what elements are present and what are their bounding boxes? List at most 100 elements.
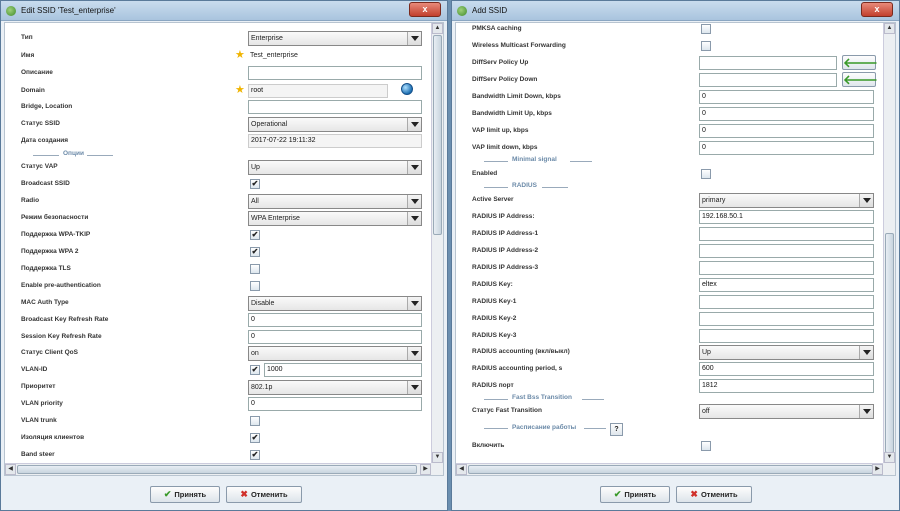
- pmksa-checkbox[interactable]: [701, 24, 711, 34]
- options-section-title: Опции: [63, 150, 84, 157]
- cancel-label: Отменить: [250, 490, 288, 499]
- accept-button[interactable]: ✔ Принять: [600, 486, 670, 503]
- enabled-label: Enabled: [472, 170, 498, 177]
- radius-port-input[interactable]: 1812: [699, 379, 874, 393]
- bw-down-input[interactable]: 0: [699, 90, 874, 104]
- radius-key-input[interactable]: eltex: [699, 278, 874, 292]
- vap-down-input[interactable]: 0: [699, 141, 874, 155]
- vap-status-select[interactable]: Up: [248, 160, 422, 175]
- priority-select[interactable]: 802.1p: [248, 380, 422, 395]
- wmf-checkbox[interactable]: [701, 41, 711, 51]
- horizontal-scrollbar[interactable]: ◀ ▶: [5, 463, 431, 475]
- scroll-up-icon[interactable]: ▲: [432, 23, 443, 34]
- radius-key2-input[interactable]: [699, 312, 874, 326]
- type-value: Enterprise: [251, 35, 283, 42]
- scroll-left-icon[interactable]: ◀: [456, 464, 467, 475]
- row-radius-key: RADIUS Key: eltex: [456, 277, 883, 294]
- vlan-trunk-checkbox[interactable]: [250, 416, 260, 426]
- vlan-id-input[interactable]: 1000: [264, 363, 422, 377]
- row-created: Дата создания 2017-07-22 19:11:32: [5, 133, 431, 150]
- pre-auth-checkbox[interactable]: [250, 281, 260, 291]
- scroll-thumb[interactable]: [433, 35, 442, 235]
- radius-acct-select[interactable]: Up: [699, 345, 874, 360]
- type-select[interactable]: Enterprise: [248, 31, 422, 46]
- chevron-down-icon[interactable]: [407, 32, 421, 45]
- radio-select[interactable]: All: [248, 194, 422, 209]
- scroll-thumb[interactable]: [885, 233, 894, 453]
- scroll-corner: [883, 463, 895, 475]
- chevron-down-icon[interactable]: [407, 161, 421, 174]
- radius-key1-input[interactable]: [699, 295, 874, 309]
- tls-checkbox[interactable]: [250, 264, 260, 274]
- vlan-id-checkbox[interactable]: ✔: [250, 365, 260, 375]
- vlan-priority-input[interactable]: 0: [248, 397, 422, 411]
- broadcast-ssid-checkbox[interactable]: ✔: [250, 179, 260, 189]
- row-priority: Приоритет 802.1p: [5, 379, 431, 396]
- close-button[interactable]: x: [409, 2, 441, 17]
- fbt-status-select[interactable]: off: [699, 404, 874, 419]
- scroll-up-icon[interactable]: ▲: [884, 23, 895, 34]
- scroll-left-icon[interactable]: ◀: [5, 464, 16, 475]
- vertical-scrollbar[interactable]: ▲ ▼: [883, 23, 895, 463]
- radius-ip2-input[interactable]: [699, 244, 874, 258]
- ssid-status-select[interactable]: Operational: [248, 117, 422, 132]
- chevron-down-icon[interactable]: [859, 346, 873, 359]
- divider: [484, 187, 508, 188]
- scroll-right-icon[interactable]: ▶: [420, 464, 431, 475]
- radius-ip3-input[interactable]: [699, 261, 874, 275]
- vap-up-input[interactable]: 0: [699, 124, 874, 138]
- title-bar[interactable]: Add SSID x: [452, 1, 899, 21]
- ssid-status-value: Operational: [251, 121, 288, 128]
- pmksa-label: PMKSA caching: [472, 25, 522, 32]
- client-isolation-checkbox[interactable]: ✔: [250, 433, 260, 443]
- description-input[interactable]: [248, 66, 422, 80]
- mac-auth-value: Disable: [251, 300, 275, 307]
- scroll-right-icon[interactable]: ▶: [872, 464, 883, 475]
- chevron-down-icon[interactable]: [407, 347, 421, 360]
- row-mac-auth: MAC Auth Type Disable: [5, 295, 431, 312]
- wpa-tkip-label: Поддержка WPA-TKIP: [21, 231, 91, 238]
- arrow-left-icon[interactable]: 🡐: [842, 55, 878, 70]
- vlan-priority-label: VLAN priority: [21, 400, 63, 407]
- radius-key3-input[interactable]: [699, 329, 874, 343]
- security-mode-select[interactable]: WPA Enterprise: [248, 211, 422, 226]
- radius-ip-input[interactable]: 192.168.50.1: [699, 210, 874, 224]
- help-button[interactable]: ?: [610, 423, 623, 436]
- vertical-scrollbar[interactable]: ▲ ▼: [431, 23, 443, 463]
- scroll-down-icon[interactable]: ▼: [884, 452, 895, 463]
- chevron-down-icon[interactable]: [407, 297, 421, 310]
- chevron-down-icon[interactable]: [859, 405, 873, 418]
- chevron-down-icon[interactable]: [407, 118, 421, 131]
- cancel-button[interactable]: ✖ Отменить: [676, 486, 752, 503]
- bridge-input[interactable]: [248, 100, 422, 114]
- band-steer-checkbox[interactable]: ✔: [250, 450, 260, 460]
- chevron-down-icon[interactable]: [407, 195, 421, 208]
- active-server-select[interactable]: primary: [699, 193, 874, 208]
- globe-icon[interactable]: [401, 83, 413, 95]
- chevron-down-icon[interactable]: [407, 381, 421, 394]
- accept-button[interactable]: ✔ Принять: [150, 486, 220, 503]
- radius-acct-period-input[interactable]: 600: [699, 362, 874, 376]
- bw-up-input[interactable]: 0: [699, 107, 874, 121]
- wpa-tkip-checkbox[interactable]: ✔: [250, 230, 260, 240]
- horizontal-scrollbar[interactable]: ◀ ▶: [456, 463, 883, 475]
- bcast-key-input[interactable]: 0: [248, 313, 422, 327]
- close-button[interactable]: x: [861, 2, 893, 17]
- qos-select[interactable]: on: [248, 346, 422, 361]
- chevron-down-icon[interactable]: [407, 212, 421, 225]
- enable-checkbox[interactable]: [701, 441, 711, 451]
- scroll-down-icon[interactable]: ▼: [432, 452, 443, 463]
- diffserv-up-input[interactable]: [699, 56, 837, 70]
- diffserv-down-input[interactable]: [699, 73, 837, 87]
- session-key-input[interactable]: 0: [248, 330, 422, 344]
- cancel-button[interactable]: ✖ Отменить: [226, 486, 302, 503]
- radius-ip1-input[interactable]: [699, 227, 874, 241]
- arrow-left-icon[interactable]: 🡐: [842, 72, 878, 87]
- title-bar[interactable]: Edit SSID 'Test_enterprise' x: [1, 1, 447, 21]
- wpa2-checkbox[interactable]: ✔: [250, 247, 260, 257]
- chevron-down-icon[interactable]: [859, 194, 873, 207]
- enabled-checkbox[interactable]: [701, 169, 711, 179]
- scroll-thumb[interactable]: [468, 465, 873, 474]
- scroll-thumb[interactable]: [17, 465, 417, 474]
- mac-auth-select[interactable]: Disable: [248, 296, 422, 311]
